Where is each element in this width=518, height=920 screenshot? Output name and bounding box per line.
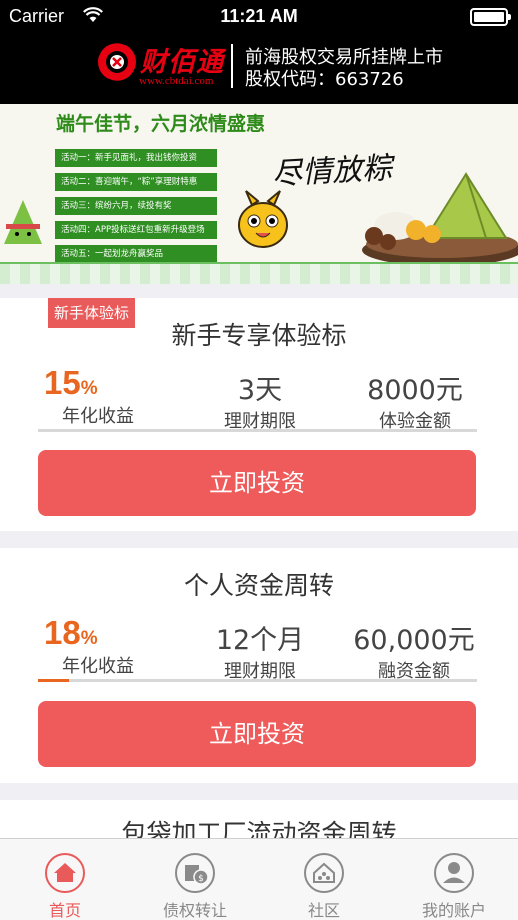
transfer-icon: $ — [175, 853, 215, 893]
home-icon — [45, 853, 85, 893]
battery-icon — [470, 8, 511, 26]
banner-activity-item: 活动三：缤纷六月，续投有奖 — [55, 197, 217, 215]
amount-stat: 60,000元 融资金额 — [344, 618, 484, 683]
tab-label: 首页 — [48, 901, 81, 920]
app-header: 财佰通 www.cbtdai.com 前海股权交易所挂牌上市 股权代码：6637… — [0, 34, 518, 104]
amount-value: 60,000元 — [353, 625, 475, 656]
rate-stat: 15% — [44, 364, 98, 402]
status-bar: Carrier 11:21 AM — [0, 0, 518, 34]
term-stat: 3天 理财期限 — [200, 368, 320, 433]
clock: 11:21 AM — [220, 6, 298, 26]
rate-label: 年化收益 — [62, 406, 134, 427]
svg-text:$: $ — [198, 874, 204, 884]
rate-value: 15 — [44, 364, 81, 401]
tab-label: 我的账户 — [421, 901, 486, 920]
progress-fill — [38, 679, 69, 682]
rate-unit: % — [80, 628, 98, 649]
tab-home[interactable]: 首页 — [0, 839, 130, 920]
mascot-icon — [238, 190, 288, 248]
tab-account[interactable]: 我的账户 — [389, 839, 518, 920]
rate-stat: 18% — [44, 614, 98, 652]
tab-label: 债权转让 — [162, 901, 227, 920]
product-card[interactable]: 个人资金周转 18% 年化收益 12个月 理财期限 60,000元 融资金额 立… — [0, 548, 518, 783]
term-value: 12个月 — [215, 625, 305, 656]
progress-bar — [38, 429, 477, 432]
tab-transfer[interactable]: $ 债权转让 — [130, 839, 260, 920]
term-stat: 12个月 理财期限 — [198, 618, 322, 683]
stock-code-text: 股权代码：663726 — [245, 69, 404, 90]
banner-activity-item: 活动一：新手见面礼，我出钱你投资 — [55, 149, 217, 167]
logo-icon — [96, 41, 138, 83]
header-divider — [231, 44, 233, 88]
invest-button[interactable]: 立即投资 — [38, 450, 476, 516]
rate-value: 18 — [44, 614, 81, 651]
logo-text: 财佰通 — [140, 47, 224, 78]
amount-value: 8000元 — [367, 375, 463, 406]
rate-unit: % — [80, 378, 98, 399]
community-icon — [304, 853, 344, 893]
product-card[interactable]: 新手体验标 新手专享体验标 15% 年化收益 3天 理财期限 8000元 体验金… — [0, 298, 518, 531]
logo-url: www.cbtdai.com — [139, 75, 214, 87]
product-title: 个人资金周转 — [183, 571, 334, 600]
promo-banner[interactable]: 端午佳节，六月浓情盛惠 活动一：新手见面礼，我出钱你投资 活动二：喜迎端午，“粽… — [0, 104, 518, 284]
banner-activity-list: 活动一：新手见面礼，我出钱你投资 活动二：喜迎端午，“粽”享理财特惠 活动三：缤… — [55, 149, 217, 269]
account-icon — [434, 853, 474, 893]
tab-bar: 首页 $ 债权转让 社区 我的账户 — [0, 838, 518, 920]
tab-label: 社区 — [307, 901, 340, 920]
rate-label: 年化收益 — [62, 656, 134, 677]
tab-community[interactable]: 社区 — [259, 839, 389, 920]
banner-activity-item: 活动二：喜迎端午，“粽”享理财特惠 — [55, 173, 217, 191]
banner-border — [0, 262, 518, 284]
product-title: 新手专享体验标 — [171, 321, 347, 350]
banner-title: 端午佳节，六月浓情盛惠 — [56, 113, 266, 135]
term-value: 3天 — [237, 375, 283, 406]
zongzi-food-icon — [362, 172, 518, 266]
banner-activity-item: 活动四：APP投标送红包重新升级登场 — [55, 221, 217, 239]
invest-button[interactable]: 立即投资 — [38, 701, 476, 767]
progress-bar — [38, 679, 477, 682]
amount-stat: 8000元 体验金额 — [350, 368, 480, 433]
banner-activity-item: 活动五：一起划龙舟赢奖品 — [55, 245, 217, 263]
zongzi-character-icon — [4, 200, 42, 244]
